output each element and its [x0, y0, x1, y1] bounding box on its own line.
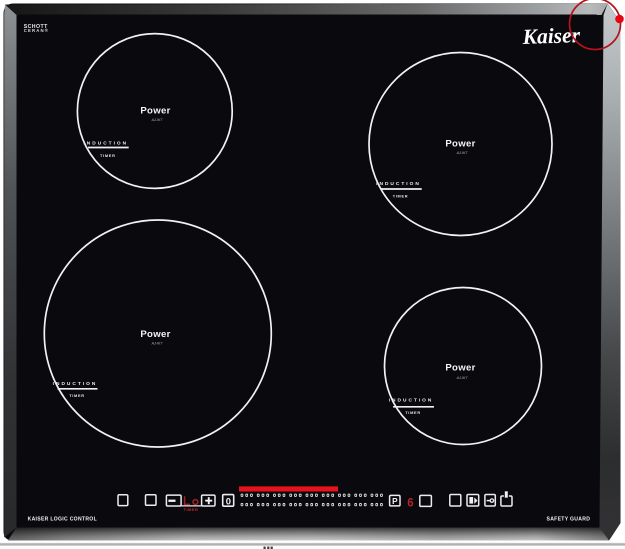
svg-text:INDUCTION: INDUCTION [83, 140, 128, 146]
svg-text:TIMER: TIMER [405, 410, 421, 415]
svg-text:TIMER: TIMER [184, 507, 199, 512]
svg-text:Power: Power [140, 329, 170, 340]
svg-text:AJ-IK7: AJ-IK7 [456, 376, 469, 380]
svg-text:KAISER LOGIC CONTROL: KAISER LOGIC CONTROL [28, 516, 97, 522]
svg-text:6: 6 [407, 498, 413, 510]
svg-text:AJ-IK7: AJ-IK7 [151, 342, 164, 346]
svg-text:P: P [392, 497, 398, 506]
svg-text:AJ-IK7: AJ-IK7 [456, 151, 469, 155]
svg-text:Power: Power [140, 106, 170, 117]
svg-text:AJ-IK7: AJ-IK7 [151, 118, 164, 122]
svg-text:TIMER: TIMER [100, 153, 116, 158]
svg-text:TIMER: TIMER [393, 194, 409, 199]
svg-text:0: 0 [226, 496, 231, 507]
svg-text:Power: Power [445, 139, 475, 150]
svg-text:TIMER: TIMER [69, 393, 85, 398]
svg-text:INDUCTION: INDUCTION [389, 398, 434, 404]
svg-text:CERAN®: CERAN® [24, 28, 49, 33]
svg-text:INDUCTION: INDUCTION [53, 381, 98, 387]
svg-text:Power: Power [445, 363, 475, 374]
svg-text:SAFETY GUARD: SAFETY GUARD [547, 517, 591, 523]
svg-text:INDUCTION: INDUCTION [376, 181, 421, 187]
